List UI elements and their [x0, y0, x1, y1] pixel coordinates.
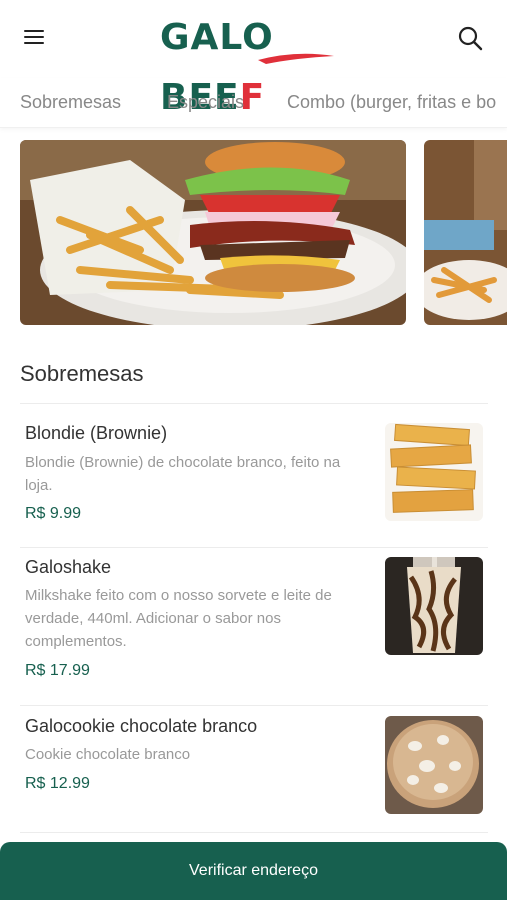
- menu-item[interactable]: Galocookie chocolate branco Cookie choco…: [20, 716, 488, 816]
- tab-sobremesas[interactable]: Sobremesas: [20, 92, 121, 113]
- cookie-image: [385, 716, 483, 814]
- galo-beef-logo[interactable]: GALO BEEF: [160, 8, 350, 118]
- item-description: Milkshake feito com o nosso sorvete e le…: [25, 587, 332, 650]
- item-name: Galoshake: [25, 557, 112, 577]
- item-price: R$ 12.99: [25, 775, 90, 792]
- banner-carousel: [0, 140, 507, 328]
- menu-item[interactable]: Galoshake Milkshake feito com o nosso so…: [20, 557, 488, 687]
- item-description: Cookie chocolate branco: [25, 746, 191, 763]
- menu-item[interactable]: Blondie (Brownie) Blondie (Brownie) de c…: [20, 423, 488, 528]
- item-description: Blondie (Brownie) de chocolate branco, f…: [25, 454, 341, 494]
- item-name: Blondie (Brownie): [25, 423, 168, 443]
- section-divider: [20, 403, 488, 404]
- burger-banner-image[interactable]: [20, 140, 406, 325]
- app-header: GALO BEEF: [0, 0, 507, 118]
- item-price: R$ 17.99: [25, 662, 90, 679]
- fries-banner-image[interactable]: [424, 140, 507, 325]
- tab-especiais[interactable]: Especiais: [167, 92, 244, 113]
- item-price: R$ 9.99: [25, 505, 82, 522]
- check-address-button[interactable]: Verificar endereço: [0, 842, 507, 900]
- section-title: Sobremesas: [20, 361, 144, 386]
- item-name: Galocookie chocolate branco: [25, 716, 258, 736]
- hamburger-menu-icon[interactable]: [22, 26, 48, 48]
- milkshake-image: [385, 557, 483, 655]
- item-divider: [20, 547, 488, 548]
- item-divider: [20, 832, 488, 833]
- item-divider: [20, 705, 488, 706]
- logo-swoosh: [258, 53, 334, 64]
- tab-combo[interactable]: Combo (burger, fritas e bo: [287, 92, 496, 113]
- category-tabs: Sobremesas Especiais Combo (burger, frit…: [0, 78, 507, 128]
- blondie-image: [385, 423, 483, 521]
- search-icon[interactable]: [456, 24, 484, 52]
